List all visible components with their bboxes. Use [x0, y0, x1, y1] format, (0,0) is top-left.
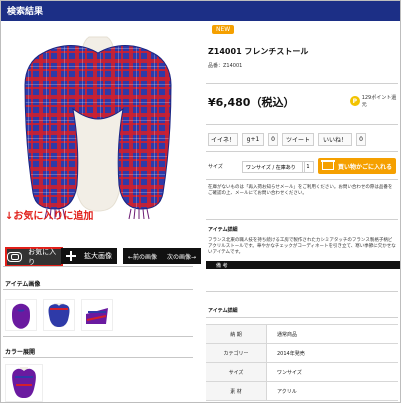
social-buttons: イイネ！ g+1 0 ツイート いいね！ 0 [208, 133, 366, 146]
points: P 129ポイント還元 [350, 94, 400, 108]
product-detail-page: 検索結果 ↓お気に入りに追加 お気に入り 拡大画像 ←前の画像 次の画像→ アイ… [0, 0, 401, 403]
product-code: 品番：Z14001 [208, 63, 243, 69]
size-select-value: ワンサイズ / 在庫あり [246, 164, 296, 171]
spec-row: サイズ ワンサイズ [206, 363, 398, 382]
quantity-value: 1 [306, 164, 310, 170]
divider [206, 124, 398, 125]
spec-row: 素 材 アクリル [206, 382, 398, 401]
stock-note: 在庫がないものは「再入荷お知らせメール」をご利用ください。お問い合わせの際は品番… [208, 185, 393, 196]
quantity-select[interactable]: 1 [302, 161, 314, 173]
thumbnail-2-image [48, 303, 70, 327]
remarks-bar: 備 考 [206, 261, 400, 269]
spec-value: 通常商品 [277, 331, 298, 338]
divider [206, 83, 398, 84]
thumbnail-3-image [86, 308, 108, 324]
divider [3, 336, 193, 337]
divider [206, 179, 398, 180]
divider [3, 357, 193, 358]
size-label: サイズ [208, 164, 223, 170]
facebook-like-button[interactable]: いいね！ [318, 133, 352, 146]
spec-row: カテゴリー 2014年発売 [206, 344, 398, 363]
thumbnail-1-image [12, 303, 30, 329]
spec-key: 納 期 [206, 325, 267, 343]
color-variation-thumbnail[interactable] [5, 364, 43, 402]
plus-icon [66, 251, 76, 261]
divider [206, 317, 398, 318]
size-select[interactable]: ワンサイズ / 在庫あり [242, 161, 305, 173]
divider [206, 151, 398, 152]
spec-value: ワンサイズ [277, 369, 302, 376]
page-header: 検索結果 [1, 1, 400, 21]
favorite-button-label: お気に入り [28, 248, 57, 266]
spec-value: アクリル [277, 388, 297, 395]
zoom-image-button[interactable]: 拡大画像 [61, 248, 117, 264]
thumbnail-3[interactable] [81, 299, 113, 331]
gplus-button[interactable]: g+1 [242, 133, 264, 146]
divider [206, 219, 398, 220]
cart-icon [320, 160, 335, 170]
item-detail-title-2: アイテム詳細 [208, 308, 238, 314]
spec-value: 2014年発売 [277, 350, 305, 357]
facebook-like-label: いいね！ [322, 137, 347, 144]
next-image-button[interactable]: 次の画像→ [162, 248, 201, 264]
item-detail-text: フランス北東の職人技を持ち続ける工房で製作されたカシミアタッチのフランス製格子柄… [208, 238, 396, 255]
divider [3, 266, 193, 267]
points-text: 129ポイント還元 [361, 95, 397, 108]
remarks-label: 備 考 [216, 262, 228, 269]
price: ¥6,480（税込） [208, 96, 295, 109]
mixi-like-button[interactable]: イイネ！ [208, 133, 238, 146]
spec-table: 納 期 通常商品 カテゴリー 2014年発売 サイズ ワンサイズ 素 材 アクリ… [206, 324, 398, 401]
tweet-label: ツイート [285, 137, 310, 144]
right-column: NEW Z14001 フレンチストール 品番：Z14001 ¥6,480（税込）… [202, 21, 400, 402]
points-icon: P [350, 96, 360, 106]
divider [3, 289, 193, 290]
spec-row: 納 期 通常商品 [206, 325, 398, 344]
add-to-favorites-note: ↓お気に入りに追加 [5, 211, 94, 222]
mixi-like-label: イイネ！ [210, 137, 235, 144]
eye-icon [7, 252, 23, 262]
scarf-illustration [3, 23, 193, 221]
previous-image-label: ←前の画像 [127, 253, 158, 261]
gplus-count: 0 [268, 133, 278, 146]
next-image-label: 次の画像→ [166, 253, 197, 261]
item-detail-title: アイテム詳細 [208, 227, 238, 233]
color-variations-title: カラー展開 [5, 349, 36, 356]
page-title: 検索結果 [7, 7, 44, 17]
tweet-button[interactable]: ツイート [282, 133, 314, 146]
gplus-label: g+1 [246, 136, 260, 143]
left-column: ↓お気に入りに追加 お気に入り 拡大画像 ←前の画像 次の画像→ アイテム画像 [1, 21, 201, 402]
thumbnail-2[interactable] [43, 299, 75, 331]
add-to-cart-label: 買い物かごに入れる [337, 163, 392, 171]
spec-key: サイズ [206, 363, 267, 381]
color-variation-image [12, 367, 36, 398]
new-badge: NEW [212, 25, 235, 34]
zoom-image-label: 拡大画像 [84, 252, 112, 260]
product-image [3, 23, 193, 221]
divider [206, 291, 398, 292]
previous-image-button[interactable]: ←前の画像 [123, 248, 162, 264]
item-images-title: アイテム画像 [5, 281, 41, 288]
thumbnail-1[interactable] [5, 299, 37, 331]
add-to-cart-button[interactable]: 買い物かごに入れる [318, 158, 396, 174]
spec-key: 素 材 [206, 382, 267, 400]
product-title: Z14001 フレンチストール [208, 47, 309, 56]
spec-key: カテゴリー [206, 344, 267, 362]
thumbnail-strip [5, 299, 113, 331]
facebook-like-count: 0 [356, 133, 366, 146]
favorite-button[interactable]: お気に入り [5, 247, 63, 267]
